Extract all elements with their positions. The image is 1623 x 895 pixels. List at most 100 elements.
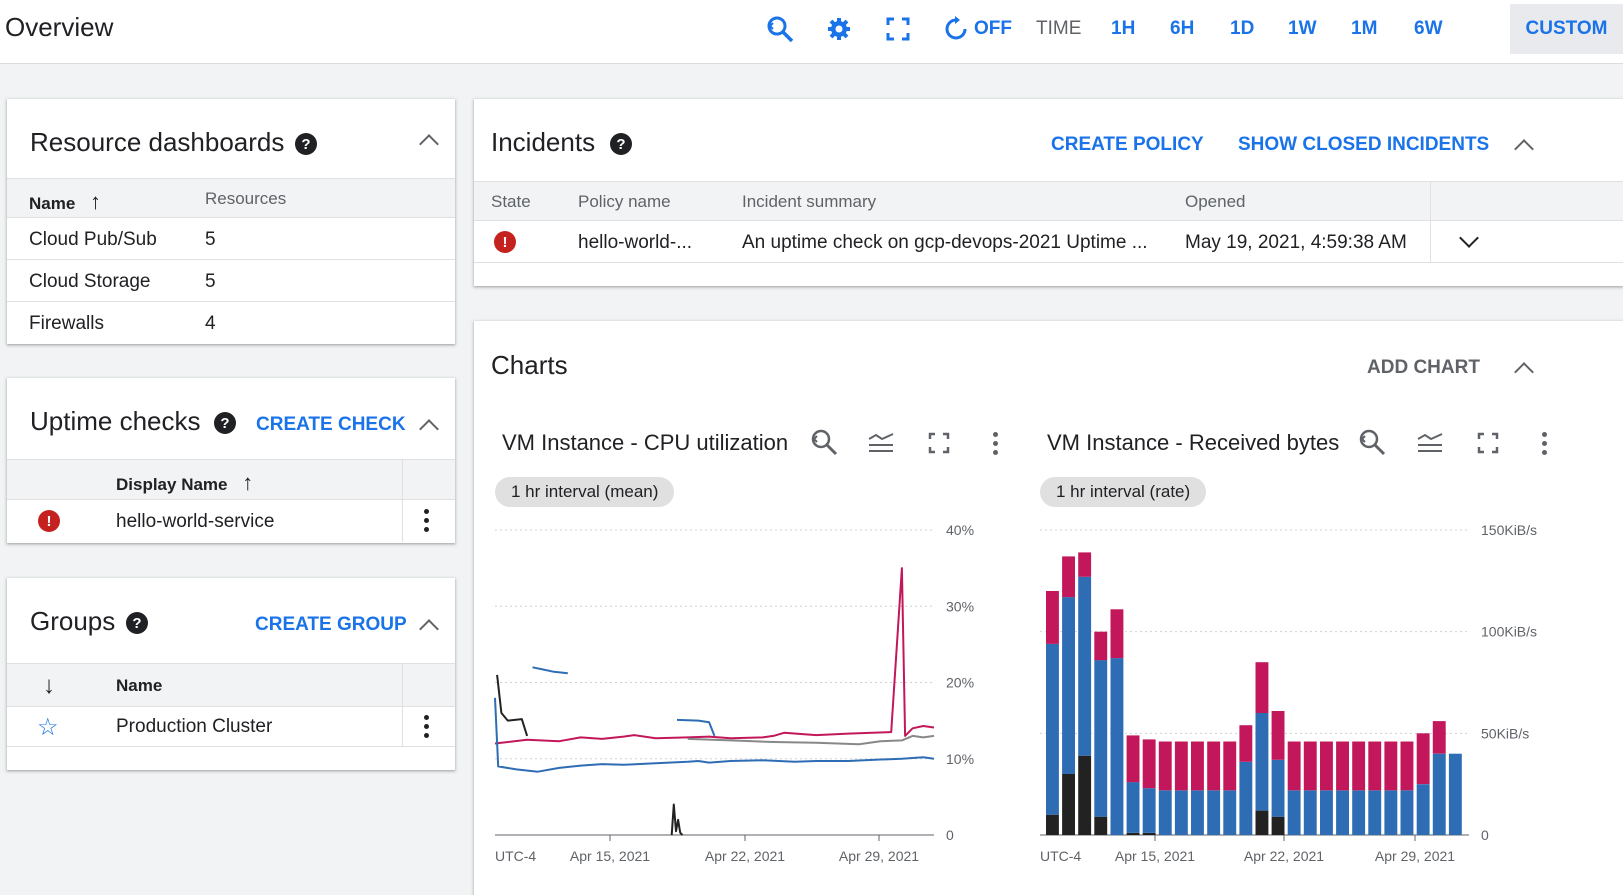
table-row[interactable]: Cloud Storage 5 — [7, 260, 455, 302]
column-state[interactable]: State — [491, 192, 531, 212]
chart-zoom-button[interactable] — [1356, 426, 1388, 463]
bar-segment — [1046, 643, 1059, 815]
range-1w-button[interactable]: 1W — [1288, 14, 1317, 44]
incidents-card: Incidents ? CREATE POLICY SHOW CLOSED IN… — [474, 99, 1623, 286]
chart-legend-button[interactable] — [868, 431, 894, 460]
range-6w-button[interactable]: 6W — [1414, 14, 1443, 44]
x-tick-label: Apr 29, 2021 — [1375, 848, 1455, 864]
column-incident-summary[interactable]: Incident summary — [742, 192, 876, 212]
collapse-chevron-icon[interactable] — [1514, 139, 1534, 159]
x-tick-label: Apr 29, 2021 — [839, 848, 919, 864]
add-chart-button[interactable]: ADD CHART — [1367, 357, 1480, 379]
bar-segment — [1126, 735, 1140, 783]
row-name[interactable]: Cloud Storage — [29, 271, 150, 293]
create-group-button[interactable]: CREATE GROUP — [255, 614, 407, 636]
incidents-title: Incidents — [491, 127, 596, 157]
help-icon[interactable]: ? — [610, 133, 632, 155]
resource-dashboards-title: Resource dashboards — [30, 127, 285, 157]
auto-refresh-toggle[interactable]: OFF — [944, 14, 1012, 44]
zoom-button[interactable] — [764, 14, 796, 44]
star-icon[interactable]: ☆ — [37, 713, 59, 742]
range-1d-button[interactable]: 1D — [1230, 14, 1254, 44]
collapse-chevron-icon[interactable] — [1514, 362, 1534, 382]
bar-segment — [1416, 733, 1430, 785]
table-row[interactable]: ! hello-world-service — [7, 500, 455, 542]
incident-policy-name[interactable]: hello-world-... — [578, 232, 692, 254]
chart-fullscreen-button[interactable] — [1477, 432, 1499, 459]
column-resources[interactable]: Resources — [205, 189, 286, 209]
bar-segment — [1271, 711, 1285, 760]
groups-card: Groups ? CREATE GROUP ↓ Name ☆ Productio… — [7, 578, 455, 770]
column-display-name[interactable]: Display Name ↑ — [116, 470, 253, 496]
column-opened[interactable]: Opened — [1185, 192, 1246, 212]
table-row[interactable]: ☆ Production Cluster — [7, 707, 455, 747]
interval-chip[interactable]: 1 hr interval (rate) — [1040, 477, 1207, 507]
column-name-label: Name — [29, 194, 76, 213]
bar-segment — [1158, 790, 1172, 835]
error-status-icon: ! — [38, 510, 60, 532]
uptime-checks-title: Uptime checks — [30, 406, 201, 436]
x-tick-label: Apr 22, 2021 — [705, 848, 785, 864]
sort-down-arrow-icon[interactable]: ↓ — [43, 672, 55, 700]
error-status-icon: ! — [494, 231, 516, 253]
more-options-icon[interactable] — [1541, 432, 1547, 455]
row-count: 4 — [205, 313, 216, 334]
more-options-icon[interactable] — [423, 715, 429, 738]
bar-segment — [1207, 790, 1221, 835]
bar-segment — [1126, 833, 1140, 835]
range-6h-button[interactable]: 6H — [1170, 14, 1194, 44]
more-options-icon[interactable] — [992, 432, 998, 455]
more-options-icon[interactable] — [423, 509, 429, 532]
range-1h-button[interactable]: 1H — [1111, 14, 1135, 44]
settings-button[interactable] — [826, 14, 852, 44]
row-name[interactable]: Cloud Pub/Sub — [29, 229, 157, 251]
y-tick-label: 50KiB/s — [1481, 725, 1529, 741]
column-divider — [402, 707, 403, 747]
uptime-check-name[interactable]: hello-world-service — [116, 511, 274, 533]
show-closed-incidents-button[interactable]: SHOW CLOSED INCIDENTS — [1238, 134, 1489, 156]
bar-segment — [1432, 721, 1446, 754]
bar-segment — [1142, 739, 1156, 789]
bar-segment — [1062, 774, 1075, 835]
fullscreen-button[interactable] — [886, 14, 910, 44]
row-name[interactable]: Firewalls — [29, 313, 104, 335]
create-policy-button[interactable]: CREATE POLICY — [1051, 134, 1204, 156]
collapse-chevron-icon[interactable] — [419, 419, 439, 439]
help-icon[interactable]: ? — [126, 612, 148, 634]
interval-chip[interactable]: 1 hr interval (mean) — [495, 477, 675, 507]
custom-range-button[interactable]: CUSTOM — [1510, 4, 1623, 54]
column-policy-name[interactable]: Policy name — [578, 192, 671, 212]
bar-segment — [1207, 741, 1221, 791]
collapse-chevron-icon[interactable] — [419, 619, 439, 639]
column-name[interactable]: Name ↑ — [29, 189, 101, 215]
chart-legend-button[interactable] — [1417, 431, 1443, 460]
chart-fullscreen-button[interactable] — [928, 432, 950, 459]
range-1m-button[interactable]: 1M — [1351, 14, 1377, 44]
help-icon[interactable]: ? — [295, 133, 317, 155]
column-name[interactable]: Name — [116, 676, 162, 696]
help-icon[interactable]: ? — [214, 412, 236, 434]
create-check-button[interactable]: CREATE CHECK — [256, 414, 406, 436]
bytes-chart-title: VM Instance - Received bytes — [1047, 430, 1340, 455]
incident-opened: May 19, 2021, 4:59:38 AM — [1185, 232, 1407, 253]
y-tick-label: 100KiB/s — [1481, 624, 1537, 640]
bar-segment — [1223, 741, 1237, 791]
chart-zoom-button[interactable] — [808, 426, 840, 463]
x-tick-label: Apr 15, 2021 — [570, 848, 650, 864]
bar-segment — [1336, 790, 1349, 835]
bar-segment — [1078, 576, 1092, 756]
group-name[interactable]: Production Cluster — [116, 716, 272, 738]
expand-chevron-icon[interactable] — [1459, 228, 1479, 248]
refresh-icon — [945, 16, 967, 40]
table-row[interactable]: Cloud Pub/Sub 5 — [7, 218, 455, 260]
y-tick-label: 0 — [946, 827, 954, 843]
bar-segment — [1126, 782, 1140, 833]
bar-segment — [1352, 741, 1366, 791]
bar-segment — [1174, 741, 1188, 791]
table-row[interactable]: ! hello-world-... An uptime check on gcp… — [474, 221, 1623, 263]
bar-segment — [1384, 790, 1398, 835]
table-row[interactable]: Firewalls 4 — [7, 302, 455, 344]
column-divider — [1430, 221, 1431, 263]
incident-summary: An uptime check on gcp-devops-2021 Uptim… — [742, 232, 1148, 253]
collapse-chevron-icon[interactable] — [419, 134, 439, 154]
